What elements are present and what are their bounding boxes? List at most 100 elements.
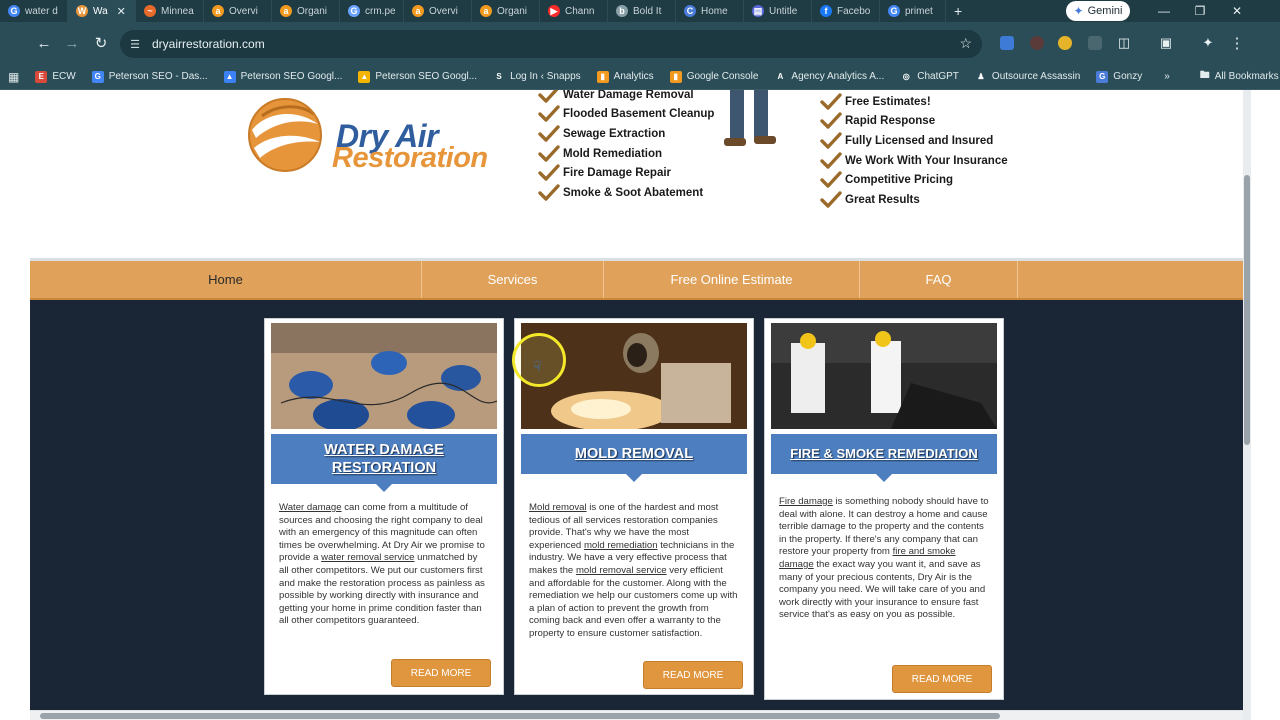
read-more-button[interactable]: READ MORE [892,665,992,693]
browser-tab[interactable]: ~ Minnea [136,0,204,22]
page-margin [0,90,30,720]
back-icon[interactable]: ← [34,33,54,53]
browser-tab[interactable]: C Home [676,0,744,22]
menu-kebab-icon[interactable]: ⋮ [1227,33,1247,53]
nav-item-services[interactable]: Services [422,261,604,298]
browser-tab[interactable]: a Overvi [204,0,272,22]
bookmark-item[interactable]: G Peterson SEO - Das... [84,70,216,83]
checkmark-icon [538,164,560,181]
horizontal-scrollbar-thumb[interactable] [40,713,1000,719]
checklist-item: Water Damage Removal [538,90,714,105]
card-description: Mold removal is one of the hardest and m… [521,502,747,641]
browser-tab[interactable]: ▶ Chann [540,0,608,22]
checkmark-icon [538,90,559,103]
gemini-label: Gemini [1087,5,1123,17]
extension-icon[interactable] [1000,36,1014,50]
nav-item-faq[interactable]: FAQ [860,261,1018,298]
browser-tab[interactable]: Gcrm.pe [340,0,404,22]
bookmark-favicon-icon: ♟ [974,70,987,83]
mold-removal-service-link[interactable]: mold removal service [576,565,667,576]
profile-icon[interactable]: ✦ [1198,33,1218,53]
extensions-puzzle-icon[interactable]: ◫ [1114,33,1134,53]
tab-label: Organi [297,5,328,17]
browser-tab[interactable]: b Bold It [608,0,676,22]
tab-label: Wa [93,5,108,17]
extension-icon[interactable] [1030,36,1044,50]
forward-icon[interactable]: → [62,33,82,53]
minimize-icon[interactable]: — [1146,0,1182,22]
bookmark-item[interactable]: ▲ Peterson SEO Googl... [216,70,351,83]
browser-tab[interactable]: W Wa ✕ [68,0,136,22]
close-window-icon[interactable]: ✕ [1219,0,1255,22]
water-damage-link[interactable]: Water damage [279,502,342,513]
bookmark-label: Analytics [613,71,654,82]
browser-tab[interactable]: a Organi [472,0,540,22]
bookmark-item[interactable]: ▮ Analytics [589,70,662,83]
vertical-scrollbar-thumb[interactable] [1244,175,1250,445]
browser-tab[interactable]: Gwater d [0,0,68,22]
water-damage-photo [271,323,498,431]
card-text-part: unmatched by all other competitors. We p… [279,552,485,627]
browser-tab[interactable]: a Overvi [404,0,472,22]
bookmark-item[interactable]: G Gonzy [1088,70,1150,83]
bookmark-star-icon[interactable]: ☆ [959,35,972,52]
all-bookmarks-folder[interactable]: 🖿 All Bookmarks [1192,68,1280,85]
water-removal-service-link[interactable]: water removal service [321,552,414,563]
tab-label: Minnea [161,5,194,17]
bookmark-label: Log In ‹ Snapps [510,71,581,82]
bookmark-item[interactable]: A Agency Analytics A... [766,70,892,83]
tab-label: Overvi [429,5,458,17]
checklist-item: Competitive Pricing [820,170,1008,190]
bookmark-item[interactable]: S Log In ‹ Snapps [485,70,589,83]
bookmark-favicon-icon: ▮ [669,70,682,83]
bookmark-item[interactable]: ◎ ChatGPT [892,70,967,83]
browser-tab[interactable]: ▤ Untitle [744,0,812,22]
card-title[interactable]: FIRE & SMOKE REMEDIATION [771,434,997,482]
checklist-item: Smoke & Soot Abatement [538,183,714,203]
bookmark-favicon-icon: ▲ [358,70,371,83]
tab-label: primet [905,5,933,17]
checkmark-icon [820,93,842,110]
apps-grid-icon[interactable]: ▦ [0,70,27,84]
checklist-item: Fire Damage Repair [538,163,714,183]
card-title[interactable]: WATER DAMAGE RESTORATION [271,434,497,492]
logo-text-restoration[interactable]: Restoration [332,142,488,175]
tab-label: water d [25,5,58,17]
checklist-item: Free Estimates! [820,92,1008,112]
extension-icon[interactable] [1058,36,1072,50]
extension-icon[interactable] [1088,36,1102,50]
ahrefs-icon: a [212,5,224,17]
read-more-button[interactable]: READ MORE [643,661,743,689]
restore-icon[interactable]: ❐ [1182,0,1218,22]
gemini-button[interactable]: ✦ Gemini [1066,1,1130,21]
checklist-item: Mold Remediation [538,144,714,164]
bookmark-item[interactable]: ▲ Peterson SEO Googl... [350,70,485,83]
nav-item-home[interactable]: Home [30,261,422,298]
close-tab-icon[interactable]: ✕ [117,5,126,18]
checklist-label: Sewage Extraction [563,127,666,140]
screen-search-icon[interactable]: ▣ [1156,33,1176,53]
benefits-checklist: Free Estimates! Rapid Response Fully Licen… [820,92,1008,210]
browser-toolbar: ← → ↻ ☰ dryairrestoration.com ☆ ◫ ▣ ✦ ⋮ [0,22,1280,64]
new-tab-button[interactable]: + [946,3,970,19]
read-more-button[interactable]: READ MORE [391,659,491,687]
reload-icon[interactable]: ↻ [91,33,111,53]
bookmark-item[interactable]: ♟ Outsource Assassin [967,70,1088,83]
site-settings-icon[interactable]: ☰ [128,37,142,51]
bookmark-item[interactable]: ▮ Google Console [662,70,767,83]
nav-item-free-online-estimate[interactable]: Free Online Estimate [604,261,860,298]
tab-label: Organi [497,5,528,17]
mold-remediation-link[interactable]: mold remediation [584,540,658,551]
browser-tab[interactable]: Gprimet [880,0,946,22]
bookmark-item[interactable]: E ECW [27,70,83,83]
card-title[interactable]: MOLD REMOVAL [521,434,747,482]
browser-tab[interactable]: a Organi [272,0,340,22]
fire-damage-link[interactable]: Fire damage [779,496,833,507]
browser-tab[interactable]: f Facebo [812,0,880,22]
tab-label: Bold It [633,5,662,17]
mold-removal-link[interactable]: Mold removal [529,502,587,513]
card-description: Fire damage is something nobody should h… [771,496,997,622]
logo-swirl-icon[interactable] [244,94,326,176]
more-bookmarks-icon[interactable]: » [1156,71,1178,82]
address-bar[interactable]: ☰ dryairrestoration.com ☆ [120,30,982,58]
